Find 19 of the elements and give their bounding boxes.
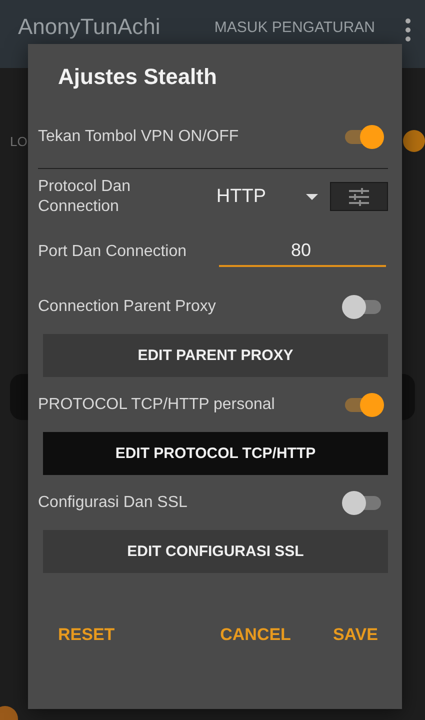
setting-label: Tekan Tombol VPN ON/OFF	[38, 127, 239, 147]
app-title: AnonyTunAchi	[18, 14, 160, 40]
dialog-action-button[interactable]: CANCEL	[210, 619, 301, 651]
sliders-button[interactable]	[330, 182, 388, 211]
reset-button[interactable]: RESET	[48, 619, 125, 651]
setting-label: PROTOCOL TCP/HTTP personal	[38, 394, 275, 414]
setting-label: Protocol Dan Connection	[38, 176, 132, 216]
settings-link[interactable]: MASUK PENGATURAN	[214, 19, 375, 36]
port-field[interactable]: 80	[219, 236, 386, 267]
dialog-title: Ajustes Stealth	[58, 64, 218, 90]
dialog-action-button[interactable]: SAVE	[322, 619, 388, 651]
setting-label: Configurasi Dan SSL	[38, 492, 188, 512]
protocol-dropdown[interactable]: HTTP	[216, 186, 318, 208]
setting-label: Connection Parent Proxy	[38, 296, 216, 316]
caret-icon	[306, 194, 318, 200]
edit-button[interactable]: EDIT PROTOCOL TCP/HTTP	[43, 432, 388, 475]
setting-label: Port Dan Connection	[38, 242, 187, 262]
sliders-icon	[348, 188, 370, 206]
more-icon[interactable]	[405, 18, 411, 42]
